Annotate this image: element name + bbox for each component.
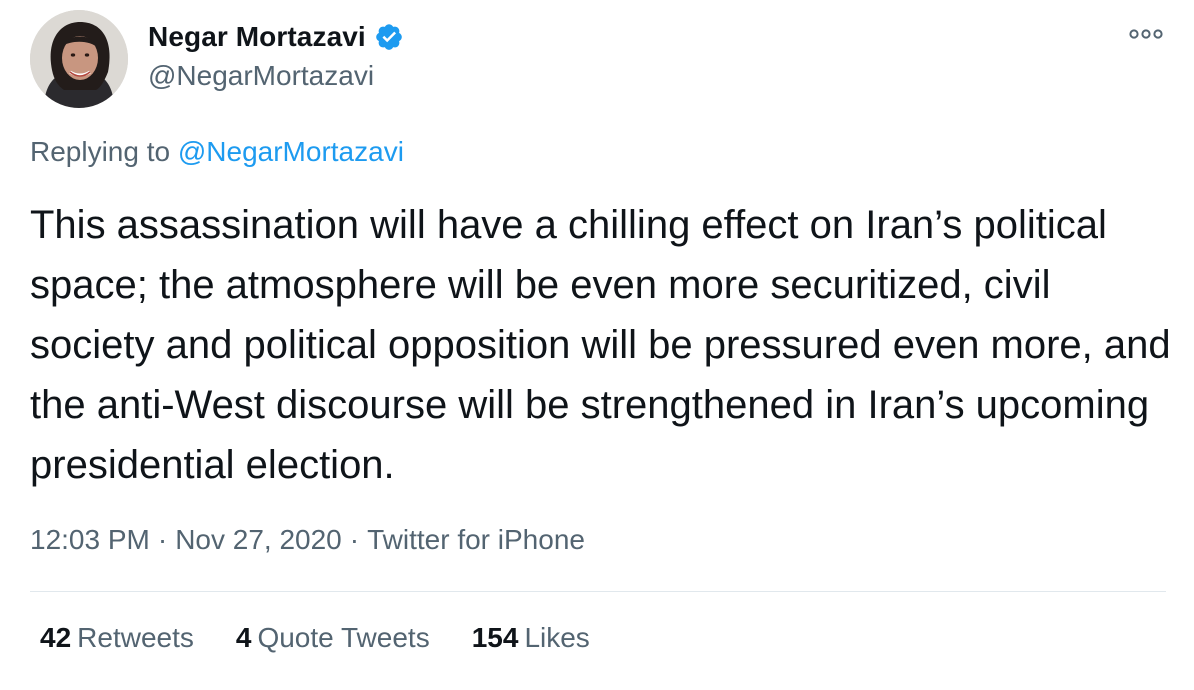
tweet-metadata: 12:03 PM · Nov 27, 2020 · Twitter for iPhone	[30, 524, 585, 556]
avatar-image	[30, 10, 128, 108]
verified-badge-icon	[374, 22, 404, 52]
author-block: Negar Mortazavi @NegarMortazavi	[148, 20, 404, 92]
tweet-time[interactable]: 12:03 PM	[30, 524, 150, 555]
reply-mention-link[interactable]: @NegarMortazavi	[178, 136, 404, 167]
divider	[30, 591, 1166, 592]
retweets-count: 42	[40, 622, 72, 653]
meta-separator: ·	[157, 524, 168, 555]
user-handle[interactable]: @NegarMortazavi	[148, 60, 404, 92]
tweet-card: Negar Mortazavi @NegarMortazavi Replying…	[0, 0, 1194, 690]
display-name[interactable]: Negar Mortazavi	[148, 21, 366, 53]
meta-separator: ·	[349, 524, 360, 555]
engagement-stats: 42 Retweets 4 Quote Tweets 154 Likes	[40, 622, 632, 654]
likes-stat[interactable]: 154 Likes	[472, 622, 590, 654]
likes-label: Likes	[524, 622, 590, 653]
quote-tweets-label: Quote Tweets	[257, 622, 430, 653]
retweets-label: Retweets	[77, 622, 194, 653]
more-options-icon[interactable]	[1126, 22, 1166, 46]
likes-count: 154	[471, 622, 519, 653]
quote-tweets-count: 4	[235, 622, 252, 653]
replying-to: Replying to @NegarMortazavi	[30, 136, 404, 168]
tweet-date[interactable]: Nov 27, 2020	[175, 524, 342, 555]
name-row: Negar Mortazavi	[148, 20, 404, 54]
retweets-stat[interactable]: 42 Retweets	[40, 622, 194, 654]
avatar[interactable]	[30, 10, 128, 108]
tweet-source-link[interactable]: Twitter for iPhone	[367, 524, 585, 555]
quote-tweets-stat[interactable]: 4 Quote Tweets	[236, 622, 430, 654]
tweet-text: This assassination will have a chilling …	[30, 203, 1171, 487]
replying-prefix: Replying to	[30, 136, 178, 167]
